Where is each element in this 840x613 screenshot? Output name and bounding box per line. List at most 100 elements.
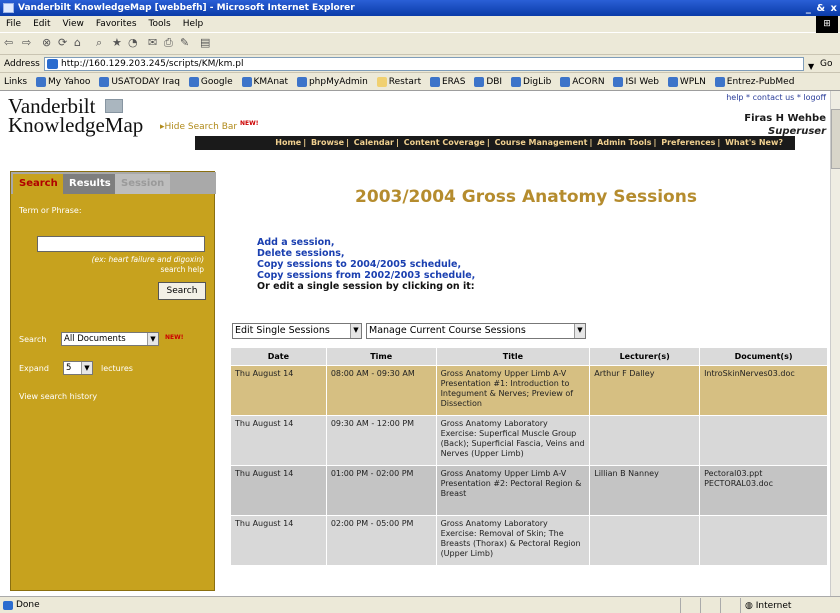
edit-icon[interactable]: ✎ xyxy=(180,36,189,49)
tab-search[interactable]: Search xyxy=(13,174,64,194)
home-icon[interactable]: ⌂ xyxy=(74,36,81,49)
link-wpln[interactable]: WPLN xyxy=(667,73,706,90)
back-icon[interactable]: ⇦ xyxy=(4,36,13,49)
link-kmanat[interactable]: KMAnat xyxy=(241,73,288,90)
lectures-label: lectures xyxy=(101,364,133,373)
add-session-link[interactable]: Add a session, xyxy=(257,237,475,248)
col-time: Time xyxy=(325,347,437,366)
window-title: Vanderbilt KnowledgeMap [webbefh] - Micr… xyxy=(18,3,355,13)
session-actions: Add a session, Delete sessions, Copy ses… xyxy=(257,237,475,292)
mail-icon[interactable]: ✉ xyxy=(148,36,157,49)
menu-view[interactable]: View xyxy=(63,19,84,29)
window-controls[interactable]: _ & x xyxy=(806,1,838,17)
copy-to-link[interactable]: Copy sessions to 2004/2005 schedule, xyxy=(257,259,475,270)
nav-admin-tools[interactable]: Admin Tools xyxy=(597,138,651,147)
chevron-down-icon: ▼ xyxy=(350,324,361,338)
edit-mode-select[interactable]: Edit Single Sessions ▼ xyxy=(232,323,362,339)
link-google[interactable]: Google xyxy=(188,73,233,90)
scrollbar-thumb[interactable] xyxy=(831,109,840,169)
address-url: http://160.129.203.245/scripts/KM/km.pl xyxy=(61,59,244,69)
view-search-history-link[interactable]: View search history xyxy=(19,392,97,401)
cell-lecturer xyxy=(589,515,701,566)
copy-from-link[interactable]: Copy sessions from 2002/2003 schedule, xyxy=(257,270,475,281)
menu-file[interactable]: File xyxy=(6,19,21,29)
link-isi-web[interactable]: ISI Web xyxy=(613,73,659,90)
title-bar: Vanderbilt KnowledgeMap [webbefh] - Micr… xyxy=(0,0,840,16)
manage-sessions-value: Manage Current Course Sessions xyxy=(369,325,526,336)
menu-bar: File Edit View Favorites Tools Help ⊞ xyxy=(0,16,840,33)
main-nav: Home | Browse | Calendar | Content Coverage… xyxy=(195,136,795,150)
term-input[interactable] xyxy=(37,236,205,252)
col-documents: Document(s) xyxy=(699,347,828,366)
search-button[interactable]: Search xyxy=(158,282,206,300)
history-icon[interactable]: ◔ xyxy=(128,36,138,49)
print-icon[interactable]: ⎙ xyxy=(164,36,173,50)
go-button[interactable]: Go xyxy=(820,55,832,73)
cell-date: Thu August 14 xyxy=(230,415,327,466)
favorites-icon[interactable]: ★ xyxy=(112,36,122,49)
table-row[interactable]: Thu August 14 08:00 AM - 09:30 AM Gross … xyxy=(230,365,828,416)
nav-whats-new[interactable]: What's New? xyxy=(725,138,783,147)
cell-title: Gross Anatomy Laboratory Exercise: Super… xyxy=(435,415,591,466)
tab-results[interactable]: Results xyxy=(63,174,117,194)
refresh-icon[interactable]: ⟳ xyxy=(58,36,67,49)
hide-search-label: Hide Search Bar xyxy=(164,122,238,132)
menu-favorites[interactable]: Favorites xyxy=(96,19,137,29)
link-phpmyadmin[interactable]: phpMyAdmin xyxy=(296,73,368,90)
menu-tools[interactable]: Tools xyxy=(149,19,171,29)
expand-select[interactable]: 5 ▼ xyxy=(63,361,93,375)
tab-session[interactable]: Session xyxy=(115,174,171,194)
link-diglib[interactable]: DigLib xyxy=(510,73,551,90)
address-dropdown-icon[interactable]: ▼ xyxy=(808,58,818,71)
cell-documents[interactable]: Pectoral03.ppt PECTORAL03.doc xyxy=(699,465,828,516)
menu-edit[interactable]: Edit xyxy=(33,19,50,29)
browser-window: Vanderbilt KnowledgeMap [webbefh] - Micr… xyxy=(0,0,840,613)
search-scope-value: All Documents xyxy=(64,334,126,344)
menu-help[interactable]: Help xyxy=(183,19,204,29)
actions-tail: Or edit a single session by clicking on … xyxy=(257,281,475,292)
search-scope-label: Search xyxy=(19,335,47,344)
cell-documents[interactable] xyxy=(699,515,828,566)
status-cell xyxy=(720,598,738,613)
table-row[interactable]: Thu August 14 02:00 PM - 05:00 PM Gross … xyxy=(230,515,828,566)
chevron-down-icon: ▼ xyxy=(147,333,158,345)
links-label: Links xyxy=(4,77,28,87)
nav-home[interactable]: Home xyxy=(275,138,301,147)
link-entrez-pubmed[interactable]: Entrez-PubMed xyxy=(714,73,794,90)
nav-browse[interactable]: Browse xyxy=(311,138,344,147)
manage-sessions-select[interactable]: Manage Current Course Sessions ▼ xyxy=(366,323,586,339)
search-scope-select[interactable]: All Documents ▼ xyxy=(61,332,159,346)
site-logo[interactable]: Vanderbilt KnowledgeMap xyxy=(8,96,158,136)
nav-preferences[interactable]: Preferences xyxy=(661,138,715,147)
top-links[interactable]: help * contact us * logoff xyxy=(726,93,826,102)
table-row[interactable]: Thu August 14 09:30 AM - 12:00 PM Gross … xyxy=(230,415,828,466)
nav-course-management[interactable]: Course Management xyxy=(495,138,588,147)
search-sidebar: Search Results Session Term or Phrase: (… xyxy=(10,171,216,591)
cell-documents[interactable] xyxy=(699,415,828,466)
cell-time: 02:00 PM - 05:00 PM xyxy=(325,515,437,566)
forward-icon[interactable]: ⇨ xyxy=(22,36,31,49)
security-zone: ◍ Internet xyxy=(740,598,791,613)
link-dbi[interactable]: DBI xyxy=(474,73,502,90)
cell-time: 08:00 AM - 09:30 AM xyxy=(325,365,437,416)
nav-content-coverage[interactable]: Content Coverage xyxy=(404,138,485,147)
search-help-link[interactable]: search help xyxy=(160,265,204,274)
discuss-icon[interactable]: ▤ xyxy=(200,36,210,49)
stop-icon[interactable]: ⊗ xyxy=(42,36,51,49)
cell-documents[interactable]: IntroSkinNerves03.doc xyxy=(699,365,828,416)
link-usatoday-iraq[interactable]: USATODAY Iraq xyxy=(99,73,180,90)
vertical-scrollbar[interactable] xyxy=(830,91,840,596)
status-text: Done xyxy=(16,600,40,610)
table-row[interactable]: Thu August 14 01:00 PM - 02:00 PM Gross … xyxy=(230,465,828,516)
link-restart[interactable]: Restart xyxy=(376,73,421,90)
address-label: Address xyxy=(4,59,40,69)
link-my-yahoo[interactable]: My Yahoo xyxy=(36,73,90,90)
hide-search-bar-link[interactable]: ▸Hide Search Bar NEW! xyxy=(160,120,258,132)
nav-calendar[interactable]: Calendar xyxy=(354,138,394,147)
link-acorn[interactable]: ACORN xyxy=(560,73,605,90)
delete-sessions-link[interactable]: Delete sessions, xyxy=(257,248,475,259)
address-input[interactable]: http://160.129.203.245/scripts/KM/km.pl xyxy=(44,57,804,71)
link-eras[interactable]: ERAS xyxy=(429,73,465,90)
main-content: 2003/2004 Gross Anatomy Sessions Add a s… xyxy=(222,171,830,596)
search-icon[interactable]: ⌕ xyxy=(96,36,102,50)
